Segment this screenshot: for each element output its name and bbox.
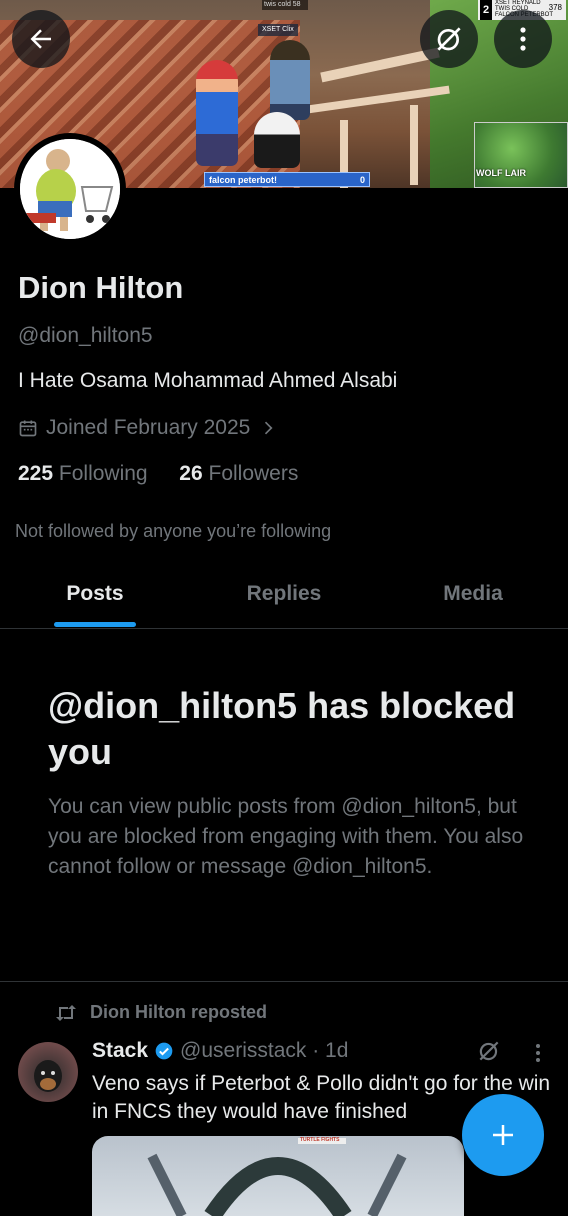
blocked-body: You can view public posts from @dion_hil… — [48, 795, 524, 878]
profile-bio: I Hate Osama Mohammad Ahmed Alsabi — [18, 369, 398, 392]
grok-icon — [437, 27, 461, 51]
back-button[interactable] — [12, 10, 70, 68]
repost-icon — [56, 1004, 76, 1021]
tweet-handle-time: @userisstack · 1d — [180, 1039, 349, 1062]
following-label: Following — [58, 462, 148, 485]
section-divider — [0, 981, 568, 982]
profile-stats: 225 Following 26 Followers — [18, 462, 298, 486]
chevron-right-icon — [265, 421, 273, 435]
avatar-image — [20, 139, 120, 239]
followers-link[interactable]: 26 Followers — [179, 462, 298, 485]
player-name: falcon peterbot! — [209, 175, 278, 185]
tweet-author-name[interactable]: Stack — [92, 1039, 148, 1063]
tabs-divider — [0, 628, 568, 629]
repost-label: Dion Hilton reposted — [90, 1002, 267, 1022]
hud-score: 378 — [548, 3, 562, 12]
game-character — [270, 40, 310, 120]
tweet-grok-button[interactable] — [476, 1038, 502, 1069]
banner-beam — [410, 105, 418, 185]
joined-text: Joined February 2025 — [46, 416, 251, 439]
avatar-illustration — [20, 139, 120, 239]
profile-name: Dion Hilton — [18, 270, 184, 305]
compose-button[interactable] — [462, 1094, 544, 1176]
profile-handle: @dion_hilton5 — [18, 324, 153, 347]
banner-beam — [320, 47, 440, 83]
following-link[interactable]: 225 Following — [18, 462, 148, 485]
hud-rank: 2 — [480, 0, 492, 20]
minimap — [474, 122, 568, 188]
more-options-button[interactable] — [494, 10, 552, 68]
tweet-more-button[interactable] — [528, 1042, 548, 1069]
game-character — [196, 60, 238, 166]
tab-replies[interactable]: Replies — [224, 582, 344, 606]
tweet-author-avatar[interactable] — [18, 1042, 78, 1102]
media-image — [147, 1138, 407, 1216]
tweet-header: Stack @userisstack · 1d — [92, 1039, 348, 1063]
following-count: 225 — [18, 462, 54, 485]
arrow-left-icon — [30, 29, 51, 49]
hud-top-label: twis cold 58 — [262, 0, 308, 10]
player-namebar: falcon peterbot! 0 — [204, 172, 370, 187]
grok-button[interactable] — [420, 10, 478, 68]
player-points: 0 — [359, 175, 365, 185]
tab-active-indicator — [54, 622, 136, 627]
profile-joined[interactable]: Joined February 2025 — [18, 416, 278, 440]
hud-player-tag: XSET Clix — [258, 24, 298, 36]
tab-media[interactable]: Media — [413, 582, 533, 606]
profile-avatar[interactable] — [14, 133, 126, 245]
followers-label: Followers — [208, 462, 299, 485]
calendar-icon — [19, 420, 37, 437]
blocked-title: @dion_hilton5 has blocked you — [48, 685, 516, 772]
plus-icon — [493, 1125, 513, 1145]
minimap-label: WOLF LAIR — [476, 168, 526, 178]
followers-count: 26 — [179, 462, 203, 485]
repost-indicator[interactable]: Dion Hilton reposted — [54, 1002, 267, 1023]
more-vertical-icon — [520, 27, 526, 51]
banner-beam — [300, 85, 450, 115]
not-followed-notice: Not followed by anyone you’re following — [15, 521, 332, 541]
media-caption: TURTLE FIGHTS — [300, 1137, 340, 1143]
more-vertical-icon — [536, 1044, 540, 1062]
game-character — [254, 112, 300, 168]
avatar-illustration — [34, 1060, 62, 1092]
tweet-media[interactable]: TURTLE FIGHTS — [92, 1136, 464, 1216]
tab-posts[interactable]: Posts — [35, 582, 155, 606]
grok-icon — [479, 1041, 499, 1061]
verified-badge-icon — [155, 1042, 173, 1060]
